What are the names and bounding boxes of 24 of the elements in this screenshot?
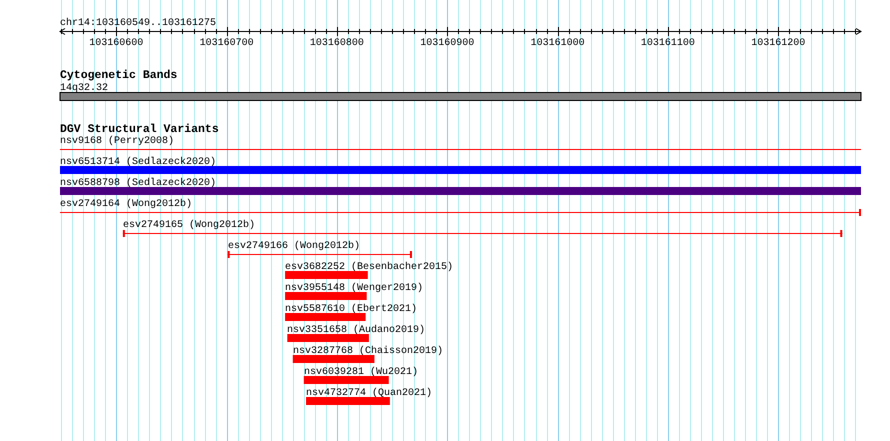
tick-label: 103160700 xyxy=(200,38,254,49)
band-label: 14q32.32 xyxy=(60,83,108,94)
variant-label: nsv6588798 (Sedlazeck2020) xyxy=(60,178,216,189)
tick-label: 103160600 xyxy=(89,38,144,49)
variant-label: esv2749165 (Wong2012b) xyxy=(123,220,256,231)
variant-label: nsv6039281 (Wu2021) xyxy=(304,367,418,378)
variant-label: nsv6513714 (Sedlazeck2020) xyxy=(60,157,216,168)
track-title: DGV Structural Variants xyxy=(60,123,219,136)
tick-label: 103160800 xyxy=(310,38,364,49)
track-title: Cytogenetic Bands xyxy=(60,69,178,82)
variant-label: nsv9168 (Perry2008) xyxy=(60,136,174,147)
variant-label: nsv3287768 (Chaisson2019) xyxy=(293,346,444,357)
variant-label: nsv4732774 (Quan2021) xyxy=(306,388,432,399)
variant-label: esv2749166 (Wong2012b) xyxy=(228,241,360,252)
variant-label: nsv3351658 (Audano2019) xyxy=(287,325,426,336)
variant-label: nsv3955148 (Wenger2019) xyxy=(285,283,424,294)
tick-label: 103161100 xyxy=(640,38,695,49)
position-label: chr14:103160549..103161275 xyxy=(60,18,216,29)
tick-label: 103160900 xyxy=(420,38,474,49)
tick-label: 103161200 xyxy=(751,38,806,49)
variant-label: esv2749164 (Wong2012b) xyxy=(60,199,192,210)
variant-label: nsv5587610 (Ebert2021) xyxy=(285,304,418,315)
tick-label: 103161000 xyxy=(530,38,585,49)
variant-label: esv3682252 (Besenbacher2015) xyxy=(285,262,454,273)
